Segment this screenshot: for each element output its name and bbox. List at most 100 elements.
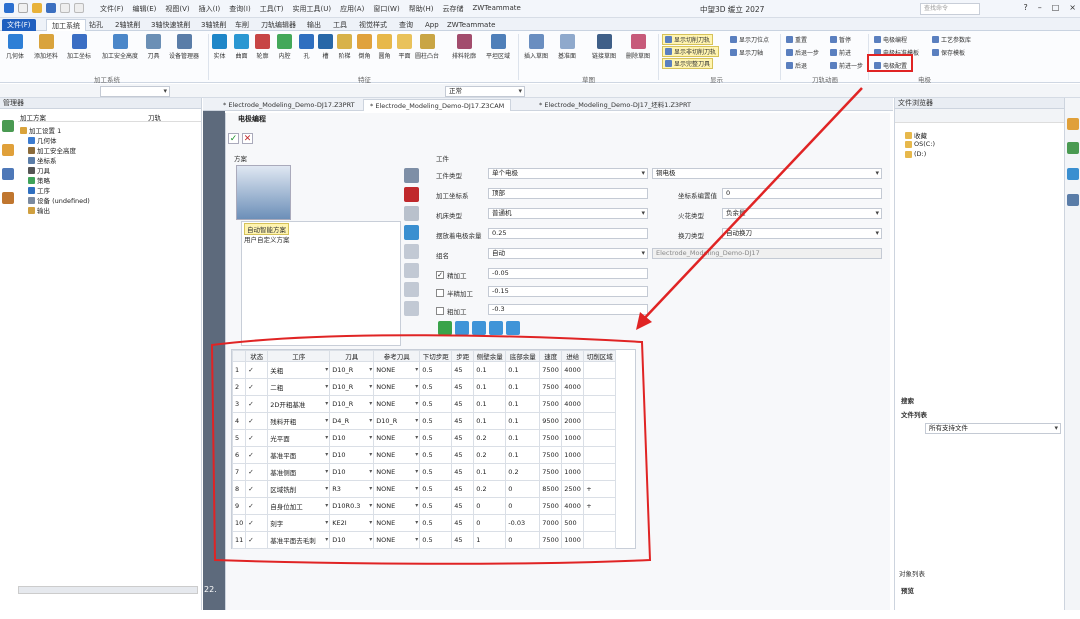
view-icon[interactable] [2, 168, 14, 180]
table-cell[interactable]: 11 [231, 531, 247, 549]
tab-app[interactable]: App [420, 19, 444, 31]
open-folder-icon[interactable] [32, 3, 42, 13]
table-cell[interactable]: 7500 [539, 446, 563, 464]
table-cell[interactable]: 5 [231, 429, 247, 447]
table-cell[interactable]: 4 [231, 412, 247, 430]
row-status-checkbox[interactable]: ✓ [245, 463, 269, 481]
table-cell[interactable]: + [583, 497, 617, 515]
table-row[interactable]: 1✓关粗D10_RNONE0.5450.10.175004000 [231, 361, 617, 379]
table-cell[interactable]: 0 [505, 531, 541, 549]
device-manager-button[interactable]: 设备管理器 [169, 34, 199, 60]
table-cell[interactable]: 0.2 [473, 429, 507, 447]
table-cell[interactable]: 0 [473, 497, 507, 515]
tab-drilling[interactable]: 钻孔 [84, 19, 108, 31]
save-plan-icon[interactable] [404, 168, 419, 183]
step-forward-button[interactable]: 前进一步 [830, 61, 863, 70]
table-cell[interactable]: NONE [373, 378, 421, 396]
table-row[interactable]: 10✓刻字KE2INONE0.5450-0.037000500 [231, 514, 617, 532]
tab-3axis-fast[interactable]: 3轴快速铣削 [146, 19, 195, 31]
tree-output[interactable]: 输出 [28, 205, 50, 215]
browser-icon[interactable] [1067, 118, 1079, 130]
library-icon[interactable] [1067, 194, 1079, 206]
show-tool-point-toggle[interactable]: 显示刀位点 [730, 35, 769, 44]
table-cell[interactable]: NONE [373, 361, 421, 379]
table-cell[interactable]: 4000 [561, 361, 585, 379]
semi-finish-input[interactable]: -0.15 [488, 286, 648, 297]
table-cell[interactable]: 0.1 [505, 395, 541, 413]
tab-file[interactable]: 文件(F) [2, 19, 36, 31]
table-cell[interactable]: 10 [231, 514, 247, 532]
forward-button[interactable]: 前进 [830, 48, 851, 57]
table-cell[interactable]: 1000 [561, 463, 585, 481]
feature-hole-button[interactable]: 孔 [299, 34, 314, 60]
coord-offset-input[interactable]: 0 [722, 188, 882, 199]
feature-boss-button[interactable]: 圆柱凸台 [415, 34, 439, 60]
move-top-icon[interactable] [404, 244, 419, 259]
table-cell[interactable]: NONE [373, 514, 421, 532]
row-down-icon[interactable] [489, 321, 503, 335]
table-cell[interactable] [583, 412, 617, 430]
table-cell[interactable]: 45 [451, 446, 475, 464]
table-cell[interactable]: 45 [451, 412, 475, 430]
table-cell[interactable]: 二粗 [267, 378, 331, 396]
table-cell[interactable]: 7 [231, 463, 247, 481]
tree-coords[interactable]: 坐标系 [28, 155, 57, 165]
redo-icon[interactable] [74, 3, 84, 13]
doc-tab-stock[interactable]: * Electrode_Modeling_Demo-DJ17_坯料1.Z3PRT [533, 99, 697, 111]
search-section[interactable]: 搜索 [901, 395, 914, 405]
tree-drive-d[interactable]: (D:) [905, 150, 926, 158]
table-cell[interactable]: D10 [329, 463, 375, 481]
3d-viewport[interactable]: 22. [203, 111, 225, 610]
row-status-checkbox[interactable]: ✓ [245, 378, 269, 396]
table-cell[interactable]: 0.5 [419, 429, 453, 447]
feature-surface-button[interactable]: 曲面 [234, 34, 249, 60]
table-cell[interactable]: 1 [473, 531, 507, 549]
move-down-icon[interactable] [404, 282, 419, 297]
cancel-button[interactable]: ✕ [242, 133, 253, 144]
table-cell[interactable]: 7500 [539, 429, 563, 447]
table-cell[interactable]: 0.5 [419, 531, 453, 549]
table-cell[interactable]: 9 [231, 497, 247, 515]
table-cell[interactable]: 3 [231, 395, 247, 413]
table-cell[interactable]: 2500 [561, 480, 585, 498]
col-header[interactable]: 参考刀具 [373, 350, 421, 362]
menu-window[interactable]: 窗口(W) [373, 4, 399, 14]
undo-icon[interactable] [60, 3, 70, 13]
table-cell[interactable]: D10 [329, 531, 375, 549]
table-cell[interactable]: 500 [561, 514, 585, 532]
table-cell[interactable]: 45 [451, 531, 475, 549]
tree-tools[interactable]: 刀具 [28, 165, 50, 175]
tab-tools[interactable]: 工具 [328, 19, 352, 31]
geometry-button[interactable]: 几何体 [6, 34, 24, 60]
reset-button[interactable]: 重置 [786, 35, 807, 44]
table-cell[interactable]: 0.1 [505, 412, 541, 430]
table-cell[interactable] [583, 361, 617, 379]
show-cut-toolpath-toggle[interactable]: 显示切削刀轨 [662, 34, 714, 45]
group-name-input[interactable]: Electrode_Modeling_Demo-DJ17 [652, 248, 882, 259]
table-cell[interactable]: 0 [473, 514, 507, 532]
table-cell[interactable]: 7500 [539, 463, 563, 481]
row-status-checkbox[interactable]: ✓ [245, 446, 269, 464]
table-cell[interactable]: 基准平面去毛刺 [267, 531, 331, 549]
row-top-icon[interactable] [455, 321, 469, 335]
table-row[interactable]: 6✓基准平面D10NONE0.5450.20.175001000 [231, 446, 617, 464]
file-list-section[interactable]: 文件列表 [901, 409, 927, 419]
table-cell[interactable]: 光平面 [267, 429, 331, 447]
table-cell[interactable]: D10_R [329, 395, 375, 413]
finish-checkbox[interactable]: ✓ [436, 271, 444, 279]
table-cell[interactable]: 0.1 [473, 463, 507, 481]
table-cell[interactable]: NONE [373, 480, 421, 498]
table-row[interactable]: 9✓自身位加工D10R0.3NONE0.5450075004000+ [231, 497, 617, 515]
tab-machining-system[interactable]: 加工系统 [46, 19, 86, 31]
table-row[interactable]: 5✓光平面D10NONE0.5450.20.175001000 [231, 429, 617, 447]
table-cell[interactable]: 9500 [539, 412, 563, 430]
work-type-select[interactable]: 单个电极 [488, 168, 648, 179]
semi-finish-checkbox[interactable] [436, 289, 444, 297]
table-cell[interactable] [583, 514, 617, 532]
tree-favorites[interactable]: 收藏 [905, 130, 927, 140]
row-status-checkbox[interactable]: ✓ [245, 480, 269, 498]
table-cell[interactable]: 0.5 [419, 378, 453, 396]
show-noncut-toolpath-toggle[interactable]: 显示非切削刀轨 [662, 46, 720, 57]
table-cell[interactable]: 0.5 [419, 497, 453, 515]
tab-query[interactable]: 查询 [394, 19, 418, 31]
